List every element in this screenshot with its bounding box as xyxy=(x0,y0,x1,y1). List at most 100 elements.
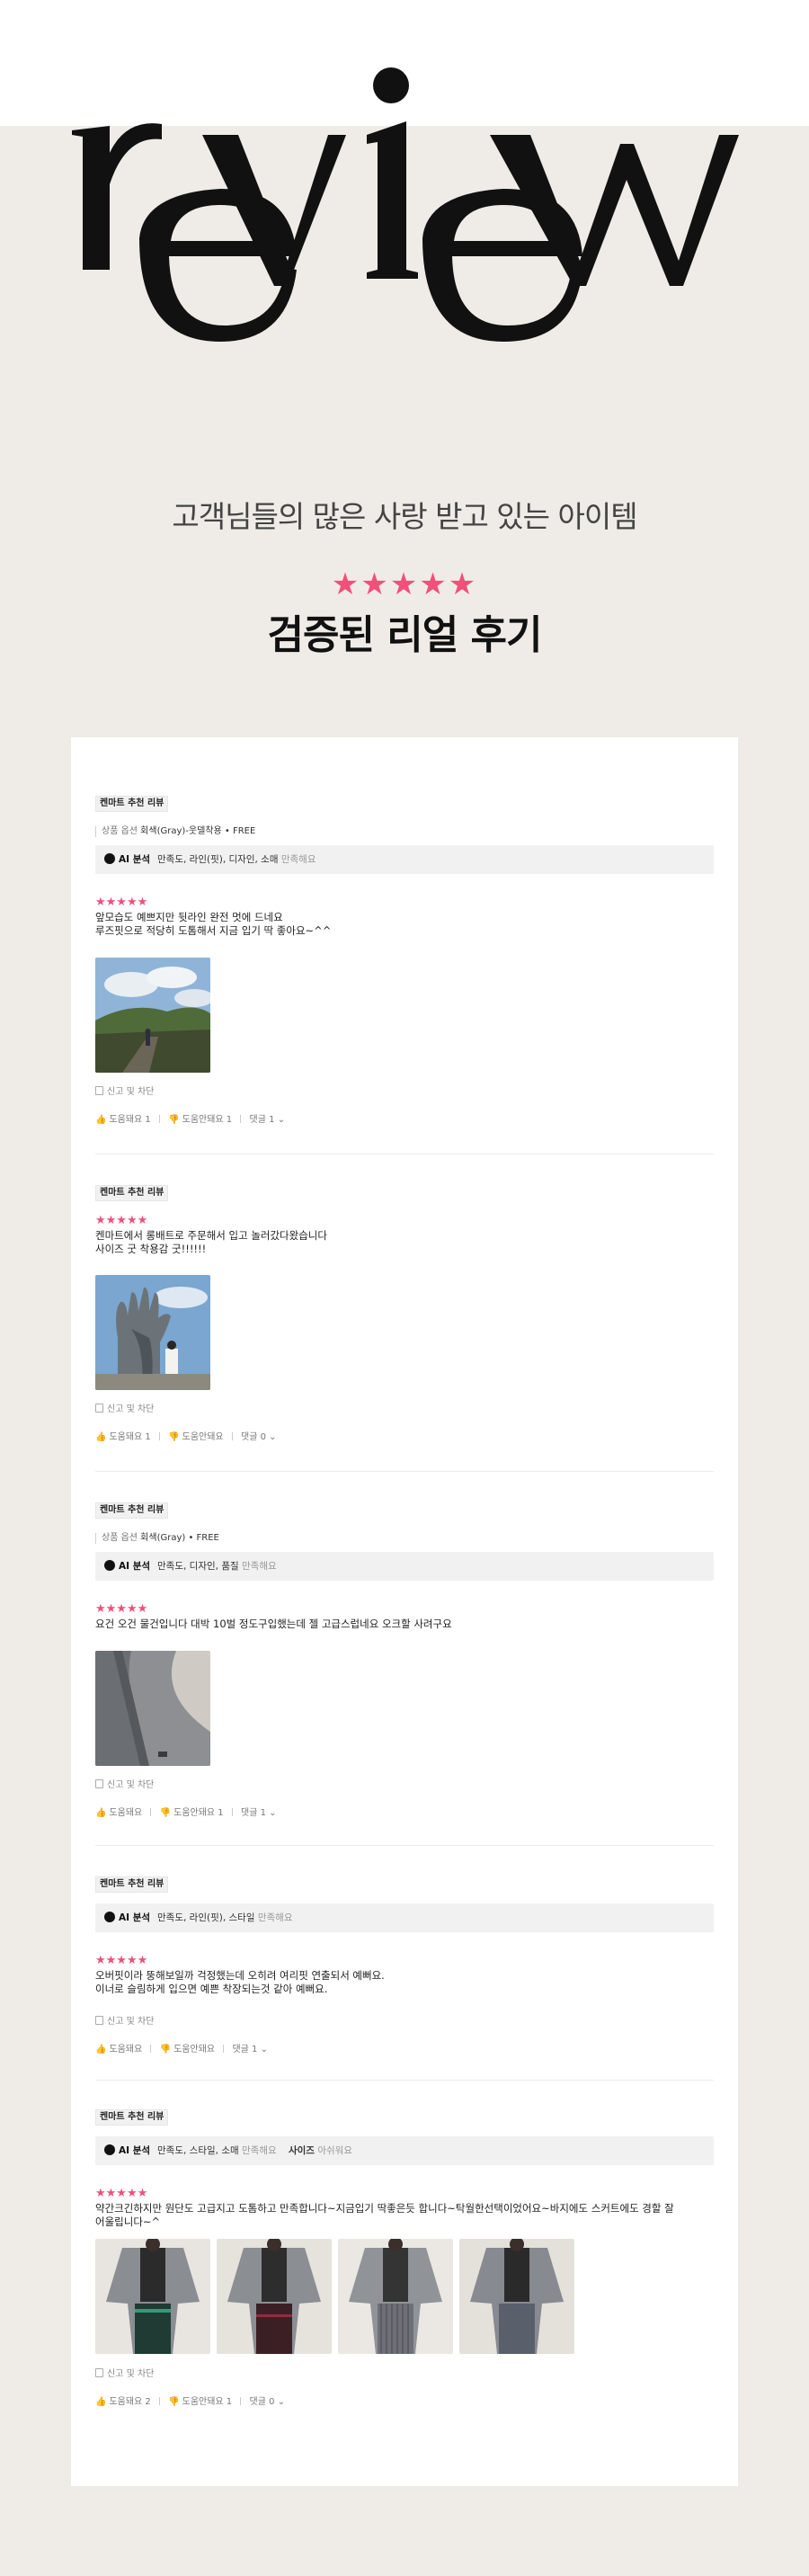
thumbs-up-icon: 👍 xyxy=(95,2045,107,2055)
ai-title: AI 분석 xyxy=(119,854,151,865)
comments-button[interactable]: 댓글 0 ⌄ xyxy=(241,1429,277,1442)
ai-icon xyxy=(104,1560,115,1571)
separator xyxy=(150,2045,152,2053)
hero-headline: 검증된 리얼 후기 xyxy=(267,612,543,658)
hero-subtitle: 고객님들의 많은 사랑 받고 있는 아이템 xyxy=(172,499,637,534)
report-button[interactable]: 신고 및 차단 xyxy=(95,1083,154,1097)
chevron-down-icon: ⌄ xyxy=(269,1432,277,1442)
review-actions: 👍 도움돼요 1 👎 도움안돼요 1 댓글 1 ⌄ xyxy=(95,1111,285,1125)
separator xyxy=(150,1808,152,1816)
helpful-label: 도움돼요 1 xyxy=(109,1115,151,1125)
option-label: 상품 옵션 xyxy=(102,1533,138,1543)
not-helpful-button[interactable]: 👎 도움안돼요 1 xyxy=(168,1111,232,1125)
flag-icon xyxy=(95,1779,103,1788)
review-logo-icon xyxy=(72,67,739,342)
comments-button[interactable]: 댓글 0 ⌄ xyxy=(250,2393,286,2407)
product-option: 상품 옵션 회색(Gray) • FREE xyxy=(95,1533,219,1544)
review-photo[interactable] xyxy=(459,2239,574,2354)
report-label: 신고 및 차단 xyxy=(107,1780,155,1790)
not-helpful-button[interactable]: 👎 도움안돼요 1 xyxy=(160,1805,224,1818)
report-label: 신고 및 차단 xyxy=(107,2369,155,2379)
helpful-button[interactable]: 👍 도움돼요 xyxy=(95,2041,142,2055)
chevron-down-icon: ⌄ xyxy=(277,1115,286,1125)
comments-button[interactable]: 댓글 1 ⌄ xyxy=(250,1111,286,1125)
ai-keywords: 만족도, 스타일, 소매 xyxy=(157,2145,239,2156)
review-divider xyxy=(95,1845,714,1846)
not-helpful-label: 도움안돼요 xyxy=(173,2045,216,2055)
report-label: 신고 및 차단 xyxy=(107,2017,155,2027)
report-button[interactable]: 신고 및 차단 xyxy=(95,2013,154,2027)
not-helpful-button[interactable]: 👎 도움안돼요 xyxy=(168,1429,223,1442)
not-helpful-button[interactable]: 👎 도움안돼요 1 xyxy=(168,2393,232,2407)
thumbs-up-icon: 👍 xyxy=(95,2397,107,2407)
rating-stars-icon: ★★★★★ xyxy=(95,1214,148,1227)
ai-size-status: 아쉬워요 xyxy=(317,2145,352,2156)
report-button[interactable]: 신고 및 차단 xyxy=(95,1777,154,1790)
review-divider xyxy=(95,2080,714,2081)
chevron-down-icon: ⌄ xyxy=(269,1808,277,1818)
helpful-button[interactable]: 👍 도움돼요 2 xyxy=(95,2393,151,2407)
review-photo[interactable] xyxy=(95,958,210,1073)
report-button[interactable]: 신고 및 차단 xyxy=(95,2366,154,2379)
hero-stars-icon: ★★★★★ xyxy=(331,566,478,602)
option-value: 회색(Gray)-웃델착용 • FREE xyxy=(140,826,256,836)
chevron-down-icon: ⌄ xyxy=(260,2045,268,2055)
hero-logo xyxy=(0,0,809,378)
separator xyxy=(231,1432,233,1440)
thumbs-up-icon: 👍 xyxy=(95,1808,107,1818)
helpful-button[interactable]: 👍 도움돼요 xyxy=(95,1805,142,1818)
thumbs-down-icon: 👎 xyxy=(168,1432,180,1442)
separator xyxy=(158,1115,160,1123)
comments-label: 댓글 1 xyxy=(232,2045,258,2055)
comments-label: 댓글 1 xyxy=(241,1808,266,1818)
helpful-button[interactable]: 👍 도움돼요 1 xyxy=(95,1111,151,1125)
recommended-badge: 켄마트 추천 리뷰 xyxy=(95,796,169,812)
review-photo[interactable] xyxy=(338,2239,453,2354)
not-helpful-label: 도움안돼요 1 xyxy=(173,1808,224,1818)
review-card: 켄마트 추천 리뷰 상품 옵션 회색(Gray)-웃델착용 • FREE AI … xyxy=(95,796,714,1125)
review-text: 켄마트에서 롱배트로 주문해서 입고 놀러갔다왔습니다 사이즈 굿 착용감 굿!… xyxy=(95,1229,327,1255)
ai-analysis-bar: AI 분석 만족도, 스타일, 소매 만족해요 사이즈 아쉬워요 xyxy=(95,2136,714,2165)
ai-size-label: 사이즈 xyxy=(288,2145,315,2156)
rating-stars-icon: ★★★★★ xyxy=(95,1602,148,1616)
review-card: 켄마트 추천 리뷰 ★★★★★ 켄마트에서 롱배트로 주문해서 입고 놀러갔다왔… xyxy=(95,1185,714,1455)
review-text: 오버핏이라 뚱해보일까 걱정했는데 오히려 여리핏 연출되서 예뻐요. 이너로 … xyxy=(95,1969,385,1995)
report-button[interactable]: 신고 및 차단 xyxy=(95,1401,154,1414)
helpful-label: 도움돼요 2 xyxy=(109,2397,151,2407)
review-photo[interactable] xyxy=(217,2239,332,2354)
review-photo[interactable] xyxy=(95,2239,210,2354)
review-card: 켄마트 추천 리뷰 상품 옵션 회색(Gray) • FREE AI 분석 만족도… xyxy=(95,1502,714,1844)
ai-title: AI 분석 xyxy=(119,2145,151,2156)
review-card: 켄마트 추천 리뷰 AI 분석 만족도, 스타일, 소매 만족해요 사이즈 아쉬워… xyxy=(95,2109,714,2460)
helpful-label: 도움돼요 xyxy=(109,1808,143,1818)
thumbs-down-icon: 👎 xyxy=(168,1115,180,1125)
comments-button[interactable]: 댓글 1 ⌄ xyxy=(241,1805,277,1818)
comments-label: 댓글 1 xyxy=(249,1115,275,1125)
thumbs-down-icon: 👎 xyxy=(168,2397,180,2407)
ai-icon xyxy=(104,2144,115,2155)
review-photo[interactable] xyxy=(95,1275,210,1390)
rating-stars-icon: ★★★★★ xyxy=(95,2187,148,2200)
separator xyxy=(231,1808,233,1816)
ai-status: 만족해요 xyxy=(257,1912,293,1923)
separator xyxy=(240,2397,242,2405)
ai-icon xyxy=(104,1912,115,1922)
thumbs-down-icon: 👎 xyxy=(159,1808,172,1818)
separator xyxy=(240,1115,242,1123)
not-helpful-label: 도움안돼요 1 xyxy=(182,2397,233,2407)
helpful-button[interactable]: 👍 도움돼요 1 xyxy=(95,1429,151,1442)
comments-label: 댓글 0 xyxy=(241,1432,266,1442)
ai-keywords: 만족도, 라인(핏), 스타일 xyxy=(157,1912,255,1923)
rating-stars-icon: ★★★★★ xyxy=(95,1954,148,1967)
review-text: 앞모습도 예쁘지만 뒷라인 완전 멋에 드네요 루즈핏으로 적당히 도톰해서 지… xyxy=(95,911,332,937)
helpful-label: 도움돼요 xyxy=(109,2045,143,2055)
review-card: 켄마트 추천 리뷰 AI 분석 만족도, 라인(핏), 스타일 만족해요 ★★★★… xyxy=(95,1876,714,2074)
ai-title: AI 분석 xyxy=(119,1912,151,1923)
review-photo[interactable] xyxy=(95,1651,210,1766)
chevron-down-icon: ⌄ xyxy=(277,2397,286,2407)
review-actions: 👍 도움돼요 1 👎 도움안돼요 댓글 0 ⌄ xyxy=(95,1429,277,1442)
review-actions: 👍 도움돼요 👎 도움안돼요 1 댓글 1 ⌄ xyxy=(95,1805,277,1818)
comments-button[interactable]: 댓글 1 ⌄ xyxy=(232,2041,268,2055)
not-helpful-button[interactable]: 👎 도움안돼요 xyxy=(160,2041,215,2055)
review-actions: 👍 도움돼요 2 👎 도움안돼요 1 댓글 0 ⌄ xyxy=(95,2393,285,2407)
